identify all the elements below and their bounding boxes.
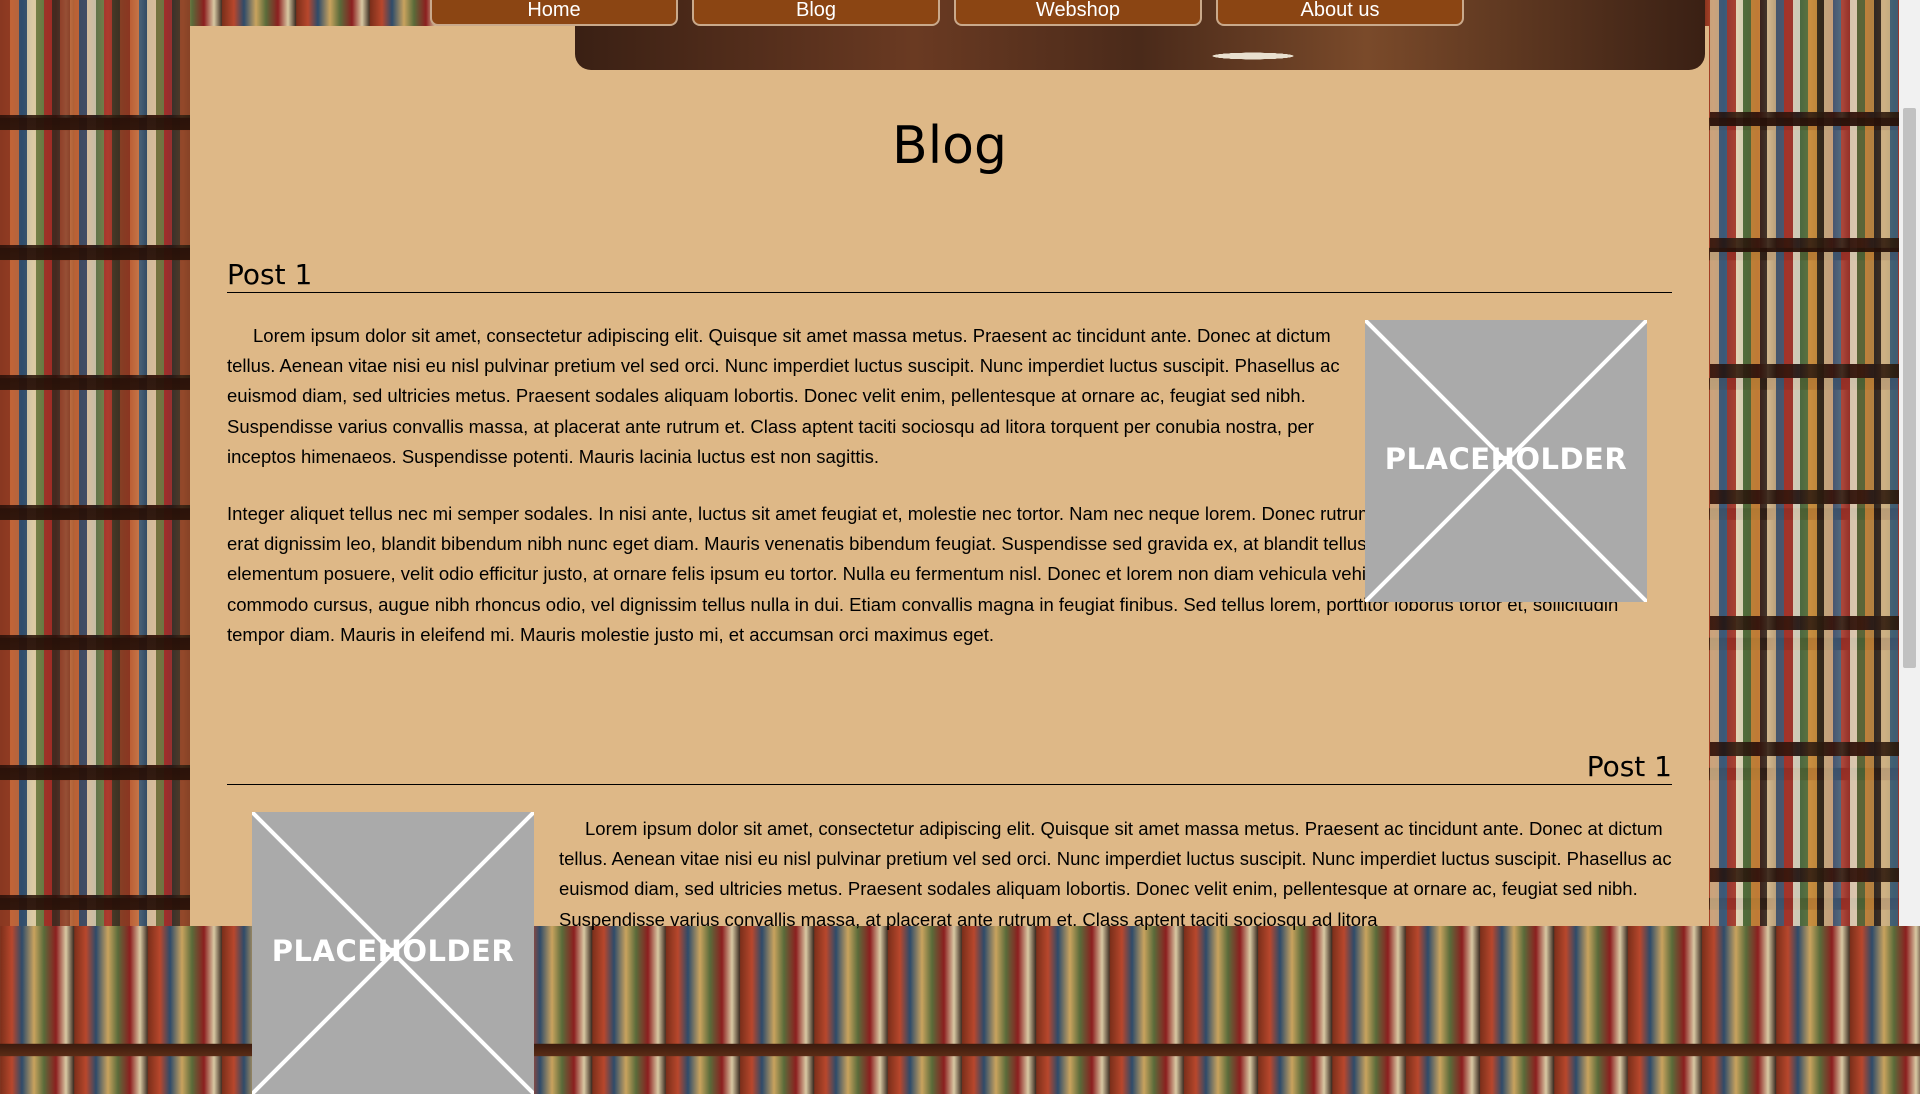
- post-body: Lorem ipsum dolor sit amet, consectetur …: [227, 321, 1352, 502]
- post-body: Lorem ipsum dolor sit amet, consectetur …: [559, 814, 1674, 965]
- post-image-placeholder: PLACEHOLDER: [1365, 320, 1647, 602]
- post-paragraph: Lorem ipsum dolor sit amet, consectetur …: [227, 325, 1340, 467]
- post-title: Post 1: [227, 750, 1672, 785]
- placeholder-label: PLACEHOLDER: [1384, 442, 1628, 476]
- page-scrollbar[interactable]: [1899, 0, 1920, 926]
- post-image-placeholder: PLACEHOLDER: [252, 812, 534, 1094]
- bookshelf-background-left: [0, 0, 190, 926]
- placeholder-label: PLACEHOLDER: [271, 934, 515, 968]
- post-title: Post 1: [227, 258, 1672, 293]
- bookshelf-background-right: [1710, 0, 1920, 926]
- scrollbar-thumb[interactable]: [1903, 108, 1916, 668]
- page-title: Blog: [892, 116, 1007, 176]
- post-paragraph: Lorem ipsum dolor sit amet, consectetur …: [559, 818, 1672, 930]
